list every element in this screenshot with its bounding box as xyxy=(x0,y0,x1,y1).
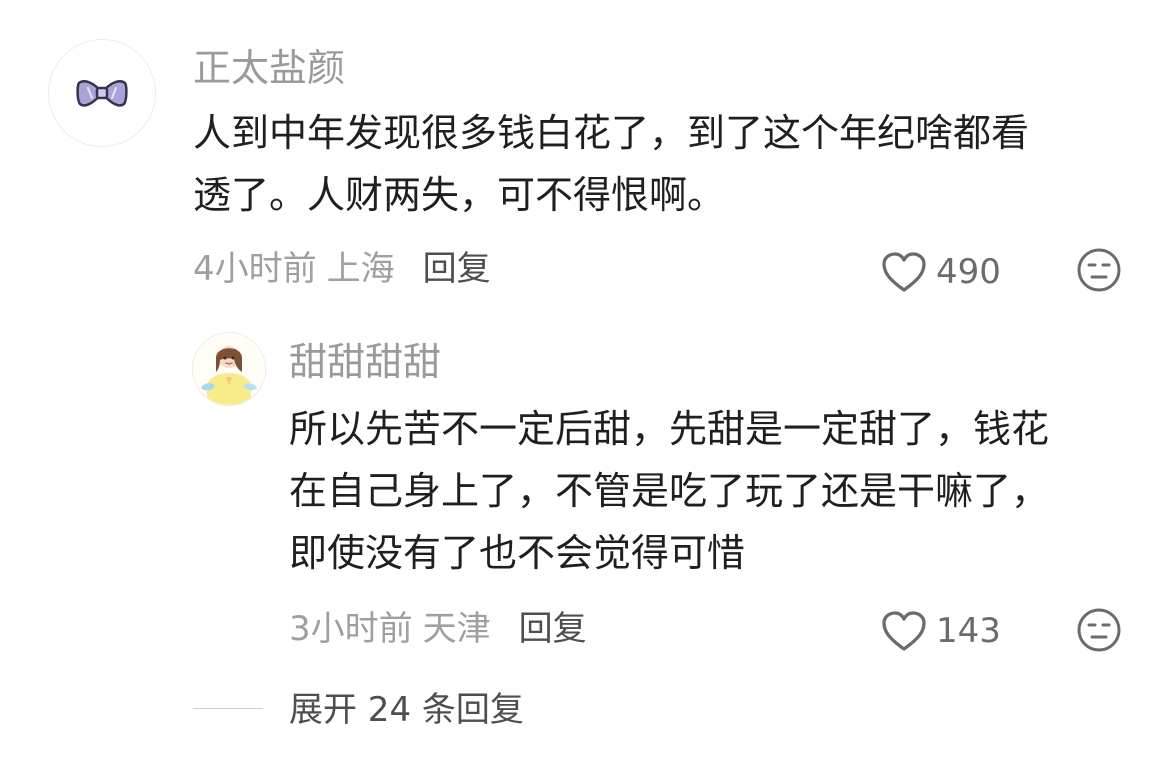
reply-comment-text: 所以先苦不一定后甜，先甜是一定甜了，钱花 在自己身上了，不管是吃了玩了还是干嘛了… xyxy=(289,398,1129,584)
reply-comment-line-2: 在自己身上了，不管是吃了玩了还是干嘛了， xyxy=(289,469,1050,513)
main-comment-meta: 4小时前 上海 回复 xyxy=(193,249,491,289)
heart-icon xyxy=(880,609,928,653)
reply-comment-meta: 3小时前 天津 回复 xyxy=(289,609,587,649)
reply-comment-time: 3小时前 xyxy=(289,609,413,649)
reply-comment-line-3: 即使没有了也不会觉得可惜 xyxy=(289,531,746,575)
main-comment-username[interactable]: 正太盐颜 xyxy=(193,46,345,90)
reply-comment-avatar[interactable] xyxy=(192,332,266,406)
reply-comment-like-button[interactable]: 143 xyxy=(880,609,1001,653)
reply-comment-like-count: 143 xyxy=(936,611,1001,651)
reply-comment-line-1: 所以先苦不一定后甜，先甜是一定甜了，钱花 xyxy=(289,407,1050,451)
expand-divider xyxy=(193,708,263,709)
reply-comment-location: 天津 xyxy=(422,609,491,649)
main-comment-like-button[interactable]: 490 xyxy=(880,250,1001,294)
main-comment-line-2: 透了。人财两失，可不得恨啊。 xyxy=(193,173,726,217)
reply-comment-emoji-button[interactable] xyxy=(1075,606,1123,654)
girl-avatar-icon xyxy=(193,333,265,405)
bow-icon xyxy=(49,40,155,146)
main-comment-avatar[interactable] xyxy=(48,39,156,147)
main-comment-line-1: 人到中年发现很多钱白花了，到了这个年纪啥都看 xyxy=(193,111,1030,155)
reply-comment-username[interactable]: 甜甜甜甜 xyxy=(289,340,441,384)
expand-replies-button[interactable]: 展开 24 条回复 xyxy=(289,690,524,730)
main-comment-time: 4小时前 xyxy=(193,249,317,289)
main-comment-text: 人到中年发现很多钱白花了，到了这个年纪啥都看 透了。人财两失，可不得恨啊。 xyxy=(193,102,1128,226)
main-comment-emoji-button[interactable] xyxy=(1075,246,1123,294)
reply-comment-reply-button[interactable]: 回复 xyxy=(519,609,587,649)
heart-icon xyxy=(880,250,928,294)
main-comment-reply-button[interactable]: 回复 xyxy=(423,249,491,289)
main-comment-location: 上海 xyxy=(326,249,395,289)
neutral-face-icon xyxy=(1077,608,1121,652)
neutral-face-icon xyxy=(1077,248,1121,292)
main-comment-like-count: 490 xyxy=(936,252,1001,292)
